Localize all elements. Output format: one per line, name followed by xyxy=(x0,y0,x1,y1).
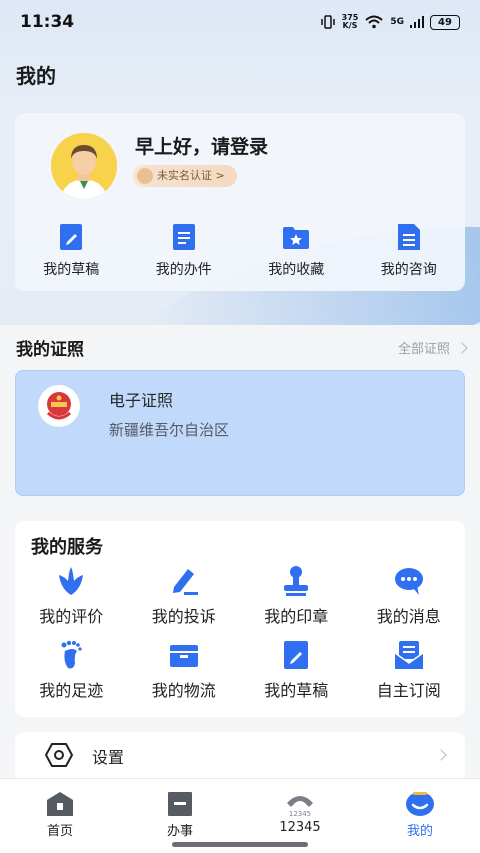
chevron-right-icon xyxy=(435,749,447,761)
draft-icon xyxy=(284,641,309,669)
service-messages[interactable]: 我的消息 xyxy=(353,565,466,627)
complaint-pen-icon xyxy=(172,569,198,595)
affairs-icon xyxy=(168,792,192,816)
service-label: 我的物流 xyxy=(151,681,216,700)
logistics-box-icon xyxy=(169,645,198,667)
profile-icon xyxy=(406,792,434,816)
speed-unit: K/S xyxy=(342,21,358,30)
service-label: 我的草稿 xyxy=(264,681,329,700)
certificates-title: 我的证照 xyxy=(16,340,84,360)
message-icon xyxy=(394,568,423,595)
profile-card: 早上好，请登录 未实名认证 > 我的草稿 我的办件 我的收藏 我的咨询 xyxy=(15,113,465,291)
real-name-auth-badge[interactable]: 未实名认证 > xyxy=(133,165,237,187)
default-avatar-icon xyxy=(51,133,117,199)
subscribe-icon xyxy=(394,641,424,669)
status-time: 11:34 xyxy=(20,12,75,32)
page-title: 我的 xyxy=(16,64,56,88)
services-grid: 我的评价 我的投诉 我的印章 我的消息 我的足迹 我的物流 我的草稿 自主订阅 xyxy=(15,565,465,701)
service-evaluate[interactable]: 我的评价 xyxy=(15,565,128,627)
evaluate-icon xyxy=(59,567,84,595)
service-label: 我的投诉 xyxy=(151,607,216,626)
hotline-icon: 12345 xyxy=(287,796,313,817)
quick-actions: 我的草稿 我的办件 我的收藏 我的咨询 xyxy=(15,223,465,279)
tab-label: 我的 xyxy=(406,824,433,839)
avatar[interactable] xyxy=(51,133,117,199)
tab-label: 办事 xyxy=(166,824,193,839)
service-label: 我的评价 xyxy=(39,607,104,626)
certificate-region: 新疆维吾尔自治区 xyxy=(109,421,230,439)
service-label: 我的足迹 xyxy=(39,681,104,700)
national-emblem-icon xyxy=(38,385,80,427)
document-icon xyxy=(172,224,195,250)
favorite-folder-icon xyxy=(283,227,310,249)
home-indicator[interactable] xyxy=(172,842,308,847)
quick-action-consult[interactable]: 我的咨询 xyxy=(359,223,459,279)
all-certificates-label: 全部证照 xyxy=(397,342,450,357)
quick-action-drafts[interactable]: 我的草稿 xyxy=(21,223,121,279)
quick-action-label: 我的办件 xyxy=(155,262,212,278)
settings-row[interactable]: 设置 xyxy=(15,732,465,778)
services-title: 我的服务 xyxy=(31,537,103,558)
tab-home[interactable]: 首页 xyxy=(0,779,120,853)
certificate-card[interactable]: 电子证照 新疆维吾尔自治区 xyxy=(15,370,465,496)
battery-indicator: 49 xyxy=(430,14,460,30)
settings-label: 设置 xyxy=(92,748,125,767)
auth-seal-icon xyxy=(137,168,153,184)
service-label: 自主订阅 xyxy=(376,681,441,700)
certificates-header: 我的证照 全部证照 xyxy=(16,335,468,360)
quick-action-label: 我的草稿 xyxy=(43,262,100,278)
service-drafts[interactable]: 我的草稿 xyxy=(240,639,353,701)
network-speed: 375 K/S xyxy=(342,14,359,30)
consult-icon xyxy=(397,224,420,250)
service-label: 我的消息 xyxy=(376,607,441,626)
seal-stamp-icon xyxy=(284,566,309,596)
quick-action-label: 我的收藏 xyxy=(268,262,325,278)
service-seal[interactable]: 我的印章 xyxy=(240,565,353,627)
emblem-graphic xyxy=(46,392,72,420)
services-card: 我的服务 我的评价 我的投诉 我的印章 我的消息 我的足迹 我的物流 我的草稿 … xyxy=(15,521,465,717)
tab-label: 12345 xyxy=(279,820,321,835)
vibrate-icon xyxy=(320,15,335,29)
chevron-right-icon xyxy=(456,341,468,354)
tab-label: 首页 xyxy=(46,824,73,839)
signal-icon xyxy=(410,16,424,28)
settings-icon xyxy=(45,743,73,767)
service-subscribe[interactable]: 自主订阅 xyxy=(353,639,466,701)
svg-text:12345: 12345 xyxy=(289,810,311,817)
home-icon xyxy=(47,792,73,816)
quick-action-cases[interactable]: 我的办件 xyxy=(134,223,234,279)
quick-action-favorites[interactable]: 我的收藏 xyxy=(246,223,346,279)
service-label: 我的印章 xyxy=(264,607,329,626)
login-greeting[interactable]: 早上好，请登录 xyxy=(135,132,268,159)
status-bar: 11:34 375 K/S 5G 49 xyxy=(0,0,480,44)
footprint-icon xyxy=(61,640,82,669)
draft-icon xyxy=(60,224,83,250)
tab-profile[interactable]: 我的 xyxy=(360,779,480,853)
status-indicators: 375 K/S 5G 49 xyxy=(320,14,460,30)
certificate-title: 电子证照 xyxy=(109,391,174,410)
quick-action-label: 我的咨询 xyxy=(380,262,437,278)
service-logistics[interactable]: 我的物流 xyxy=(128,639,241,701)
service-complaint[interactable]: 我的投诉 xyxy=(128,565,241,627)
service-footprint[interactable]: 我的足迹 xyxy=(15,639,128,701)
auth-status-label: 未实名认证 > xyxy=(157,169,225,182)
all-certificates-link[interactable]: 全部证照 xyxy=(397,338,468,357)
network-type: 5G xyxy=(390,17,404,27)
wifi-icon xyxy=(365,15,384,29)
